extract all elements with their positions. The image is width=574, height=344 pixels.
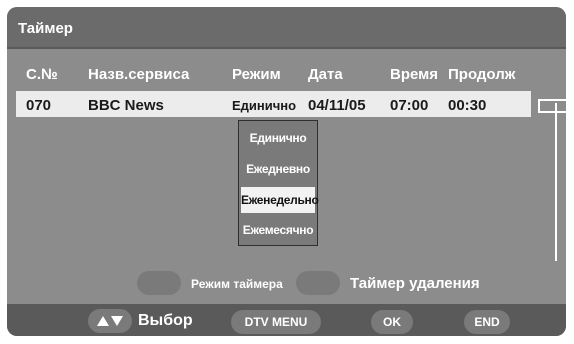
column-header-mode: Режим bbox=[232, 66, 281, 83]
mode-option-once[interactable]: Единично bbox=[241, 125, 315, 151]
row-date: 04/11/05 bbox=[308, 97, 366, 114]
mode-dropdown[interactable]: Единично Ежедневно Еженедельно Ежемесячн… bbox=[238, 120, 319, 246]
page-title: Таймер bbox=[18, 20, 73, 37]
row-duration: 00:30 bbox=[448, 97, 487, 114]
column-header-date: Дата bbox=[308, 66, 343, 83]
delete-timer-color-button[interactable] bbox=[296, 271, 340, 295]
screen: Таймер С.№ Назв.сервиса Режим Дата Время… bbox=[0, 0, 574, 344]
mode-option-weekly[interactable]: Еженедельно bbox=[241, 187, 319, 213]
timer-mode-label: Режим таймера bbox=[191, 277, 283, 291]
mode-option-monthly[interactable]: Ежемесячно bbox=[241, 217, 315, 243]
delete-timer-label: Таймер удаления bbox=[350, 275, 480, 292]
timer-mode-color-button[interactable] bbox=[137, 271, 181, 295]
row-number: 070 bbox=[26, 97, 52, 114]
mode-option-daily[interactable]: Ежедневно bbox=[241, 156, 315, 182]
row-service: BBC News bbox=[88, 97, 164, 114]
title-bar: Таймер bbox=[7, 7, 566, 49]
column-header-duration: Продолж bbox=[448, 66, 516, 83]
column-header-service: Назв.сервиса bbox=[88, 66, 190, 83]
scrollbar-track[interactable] bbox=[555, 103, 557, 261]
column-header-number: С.№ bbox=[26, 66, 58, 83]
scrollbar-thumb[interactable] bbox=[538, 99, 566, 113]
column-header-time: Время bbox=[390, 66, 438, 83]
timer-panel: Таймер С.№ Назв.сервиса Режим Дата Время… bbox=[7, 7, 566, 336]
row-time: 07:00 bbox=[390, 97, 429, 114]
row-mode[interactable]: Единично bbox=[232, 98, 296, 113]
